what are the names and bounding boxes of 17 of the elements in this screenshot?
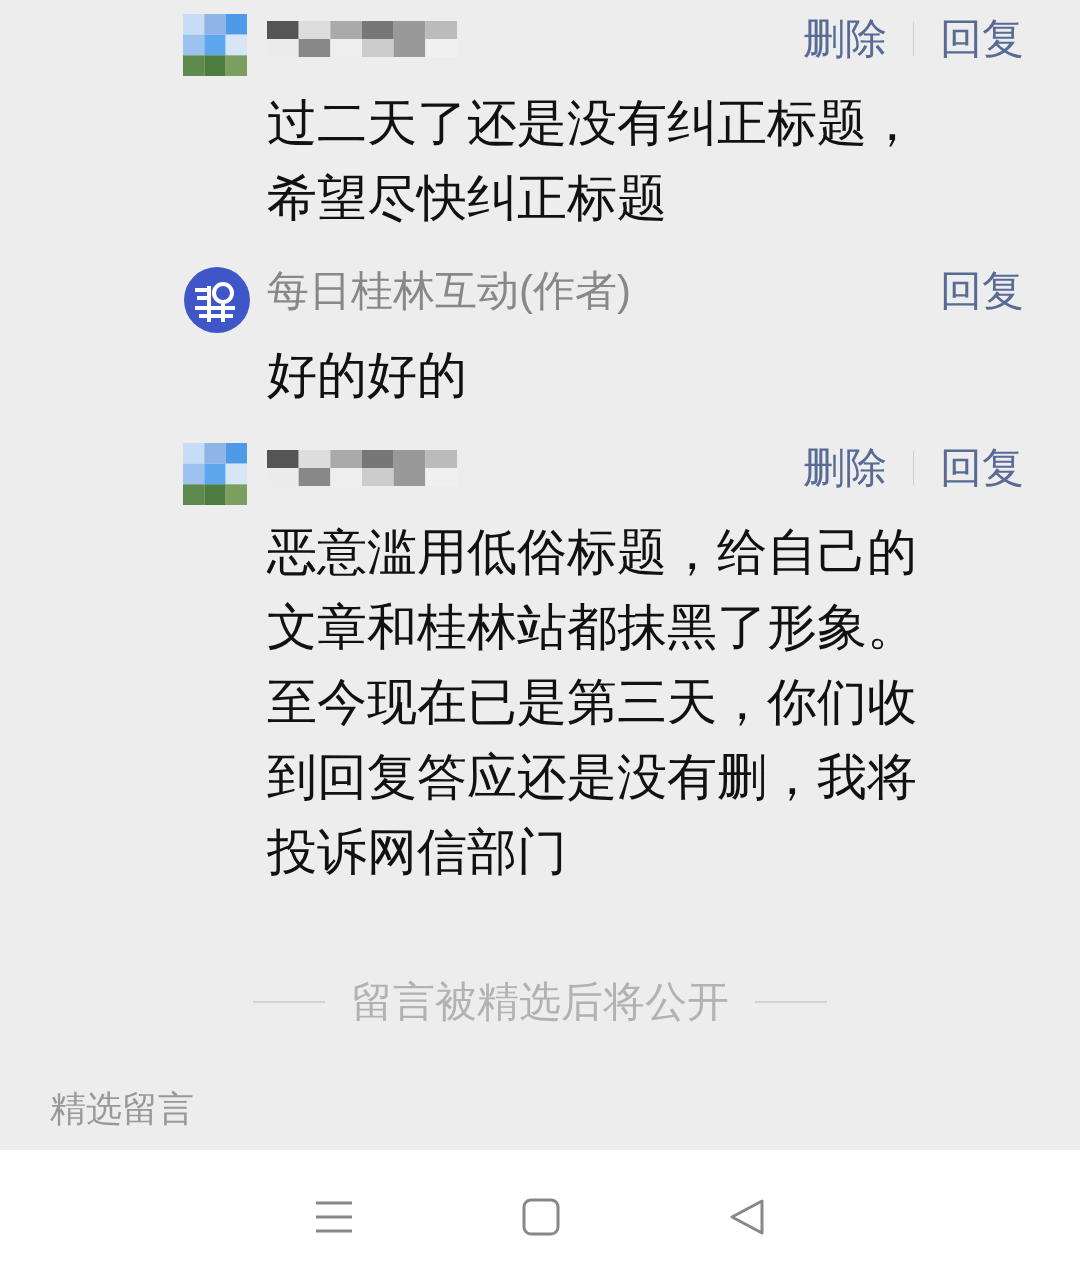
action-link[interactable]: 回复: [940, 270, 1024, 312]
action-link[interactable]: 回复: [940, 447, 1024, 489]
notice-text: 留言被精选后将公开: [351, 977, 729, 1027]
pixelated-avatar: [183, 14, 247, 76]
action-link[interactable]: 回复: [940, 18, 1024, 60]
comment-text: 好的好的: [267, 346, 468, 405]
action-link[interactable]: 删除: [803, 447, 887, 489]
author-name: 每日桂林互动(作者): [267, 270, 631, 312]
action-link[interactable]: 删除: [803, 18, 887, 60]
section-title: 精选留言: [50, 1087, 195, 1131]
square-home-icon[interactable]: [522, 1197, 560, 1236]
logo-icon: [183, 266, 251, 334]
pixelated-avatar: [183, 443, 247, 505]
menu-icon[interactable]: [314, 1199, 354, 1234]
back-triangle-icon[interactable]: [728, 1197, 766, 1236]
comment-text: 过二天了还是没有纠正标题，希望尽快纠正标题: [267, 94, 918, 228]
comment-text: 恶意滥用低俗标题，给自己的文章和桂林站都抹黑了形象。至今现在已是第三天，你们收到回复答应还是没有删，我将投诉网信部门: [267, 523, 918, 882]
